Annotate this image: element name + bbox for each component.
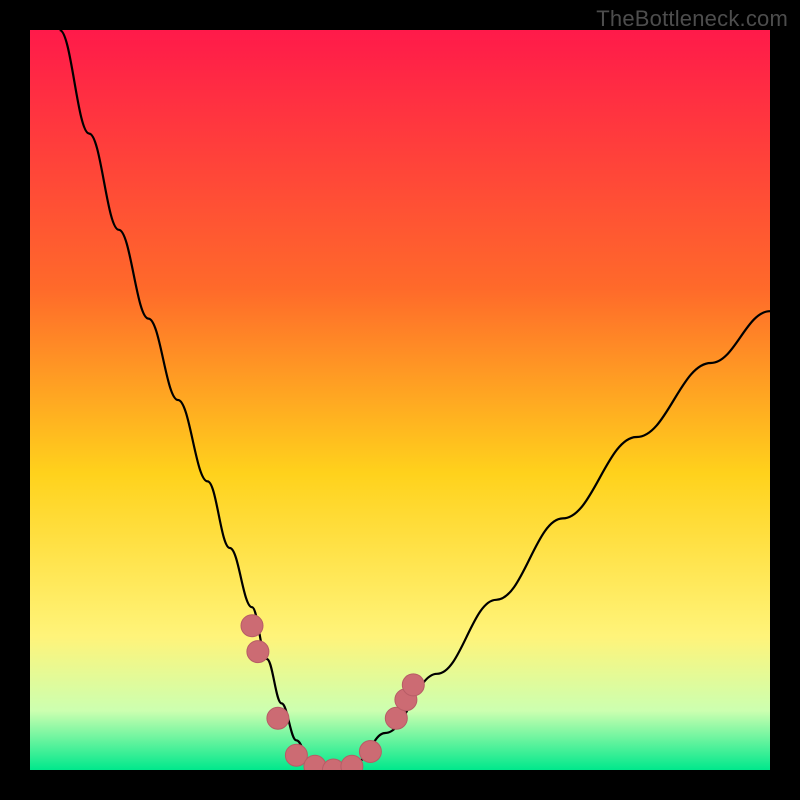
curve-marker bbox=[241, 615, 263, 637]
curve-marker bbox=[359, 741, 381, 763]
chart-frame: TheBottleneck.com bbox=[0, 0, 800, 800]
curve-marker bbox=[267, 707, 289, 729]
gradient-background bbox=[30, 30, 770, 770]
curve-marker bbox=[247, 641, 269, 663]
bottleneck-chart bbox=[30, 30, 770, 770]
plot-area bbox=[30, 30, 770, 770]
curve-marker bbox=[402, 674, 424, 696]
watermark-text: TheBottleneck.com bbox=[0, 6, 800, 32]
